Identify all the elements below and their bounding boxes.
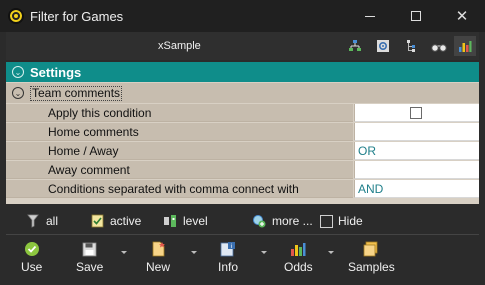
settings-gear-icon — [377, 40, 389, 52]
checklist-icon — [90, 214, 104, 228]
away-comment-field[interactable] — [354, 161, 479, 179]
binoculars-button[interactable] — [428, 36, 450, 56]
odds-button[interactable]: Odds — [284, 241, 313, 277]
filter-bar: all active level more ... Hide — [6, 209, 479, 233]
property-label: Home comments — [6, 123, 353, 141]
settings-section-title: Settings — [30, 64, 82, 80]
info-label: Info — [218, 260, 239, 274]
apply-condition-checkbox[interactable] — [410, 107, 422, 119]
group-label: Team comments — [30, 85, 123, 101]
property-label: Conditions separated with comma connect … — [6, 180, 353, 198]
property-label: Away comment — [6, 161, 353, 179]
collapse-icon[interactable]: ⌄ — [12, 66, 24, 78]
hide-checkbox[interactable] — [320, 214, 333, 228]
floppy-disk-icon — [82, 241, 98, 257]
new-button[interactable]: New — [146, 241, 170, 277]
connect-with-field[interactable]: AND — [354, 180, 479, 198]
svg-text:i: i — [231, 244, 232, 250]
new-dropdown-arrow[interactable] — [191, 251, 197, 254]
samples-button[interactable]: Samples — [348, 241, 395, 277]
level-icon — [163, 214, 177, 228]
more-filters-label: more ... — [272, 214, 313, 228]
property-value-apply[interactable] — [354, 104, 479, 122]
property-row-apply-condition: Apply this condition — [6, 104, 479, 122]
property-row-away-comment: Away comment — [6, 161, 479, 179]
settings-section-header[interactable]: ⌄ Settings — [6, 62, 479, 82]
hierarchy-button[interactable] — [344, 36, 366, 56]
minimize-button[interactable] — [347, 0, 393, 32]
info-button[interactable]: i Info — [218, 241, 238, 277]
filter-active-label: active — [110, 214, 142, 228]
save-button[interactable]: Save — [76, 241, 103, 277]
property-label: Home / Away — [6, 142, 353, 160]
property-row-home-away: Home / Away OR — [6, 142, 479, 160]
top-toolbar: xSample — [6, 32, 479, 60]
filter-active-button[interactable]: active — [90, 213, 141, 229]
divider — [6, 234, 479, 235]
info-icon: i — [220, 241, 236, 257]
title-bar: Filter for Games ✕ — [0, 0, 485, 32]
home-away-field[interactable]: OR — [354, 142, 479, 160]
odds-chart-icon — [290, 241, 306, 257]
new-document-icon — [150, 241, 166, 257]
more-filters-button[interactable]: more ... — [252, 213, 313, 229]
settings-panel: ⌄ Settings ⌄ Team comments Apply this co… — [6, 62, 479, 204]
maximize-icon — [411, 11, 421, 21]
bottom-action-bar: Use Save New i Info Odds Samples — [6, 237, 479, 281]
info-dropdown-arrow[interactable] — [261, 251, 267, 254]
close-icon: ✕ — [455, 7, 469, 25]
odds-dropdown-arrow[interactable] — [328, 251, 334, 254]
odds-label: Odds — [284, 260, 313, 274]
maximize-button[interactable] — [393, 0, 439, 32]
team-comments-group[interactable]: ⌄ Team comments — [6, 83, 479, 103]
new-label: New — [146, 260, 171, 274]
filter-level-label: level — [183, 214, 208, 228]
use-label: Use — [21, 260, 43, 274]
settings-button[interactable] — [372, 36, 394, 56]
filter-all-button[interactable]: all — [26, 213, 58, 229]
window-title: Filter for Games — [30, 9, 124, 24]
hierarchy-icon — [349, 40, 361, 51]
filter-all-label: all — [46, 214, 59, 228]
save-label: Save — [76, 260, 104, 274]
hide-toggle[interactable]: Hide — [320, 213, 363, 229]
save-dropdown-arrow[interactable] — [121, 251, 127, 254]
collapse-icon[interactable]: ⌄ — [12, 87, 24, 99]
folder-stack-icon — [363, 241, 379, 257]
minimize-icon — [365, 15, 375, 17]
home-comments-field[interactable] — [354, 123, 479, 141]
property-row-connect-with: Conditions separated with comma connect … — [6, 180, 479, 198]
bar-chart-icon — [459, 41, 472, 52]
close-button[interactable]: ✕ — [439, 0, 485, 32]
property-label: Apply this condition — [6, 104, 353, 122]
tree-button[interactable] — [402, 36, 424, 56]
samples-label: Samples — [348, 260, 395, 274]
sample-name: xSample — [158, 40, 201, 52]
app-logo-icon — [8, 8, 24, 24]
property-row-home-comments: Home comments — [6, 123, 479, 141]
funnel-icon — [26, 214, 40, 228]
check-circle-icon — [24, 241, 40, 257]
hide-label: Hide — [338, 214, 363, 228]
tree-icon — [407, 40, 415, 52]
use-button[interactable]: Use — [21, 241, 42, 277]
statistics-button[interactable] — [454, 36, 476, 56]
filter-level-button[interactable]: level — [163, 213, 208, 229]
binoculars-icon — [431, 44, 447, 52]
add-filter-icon — [252, 214, 266, 228]
